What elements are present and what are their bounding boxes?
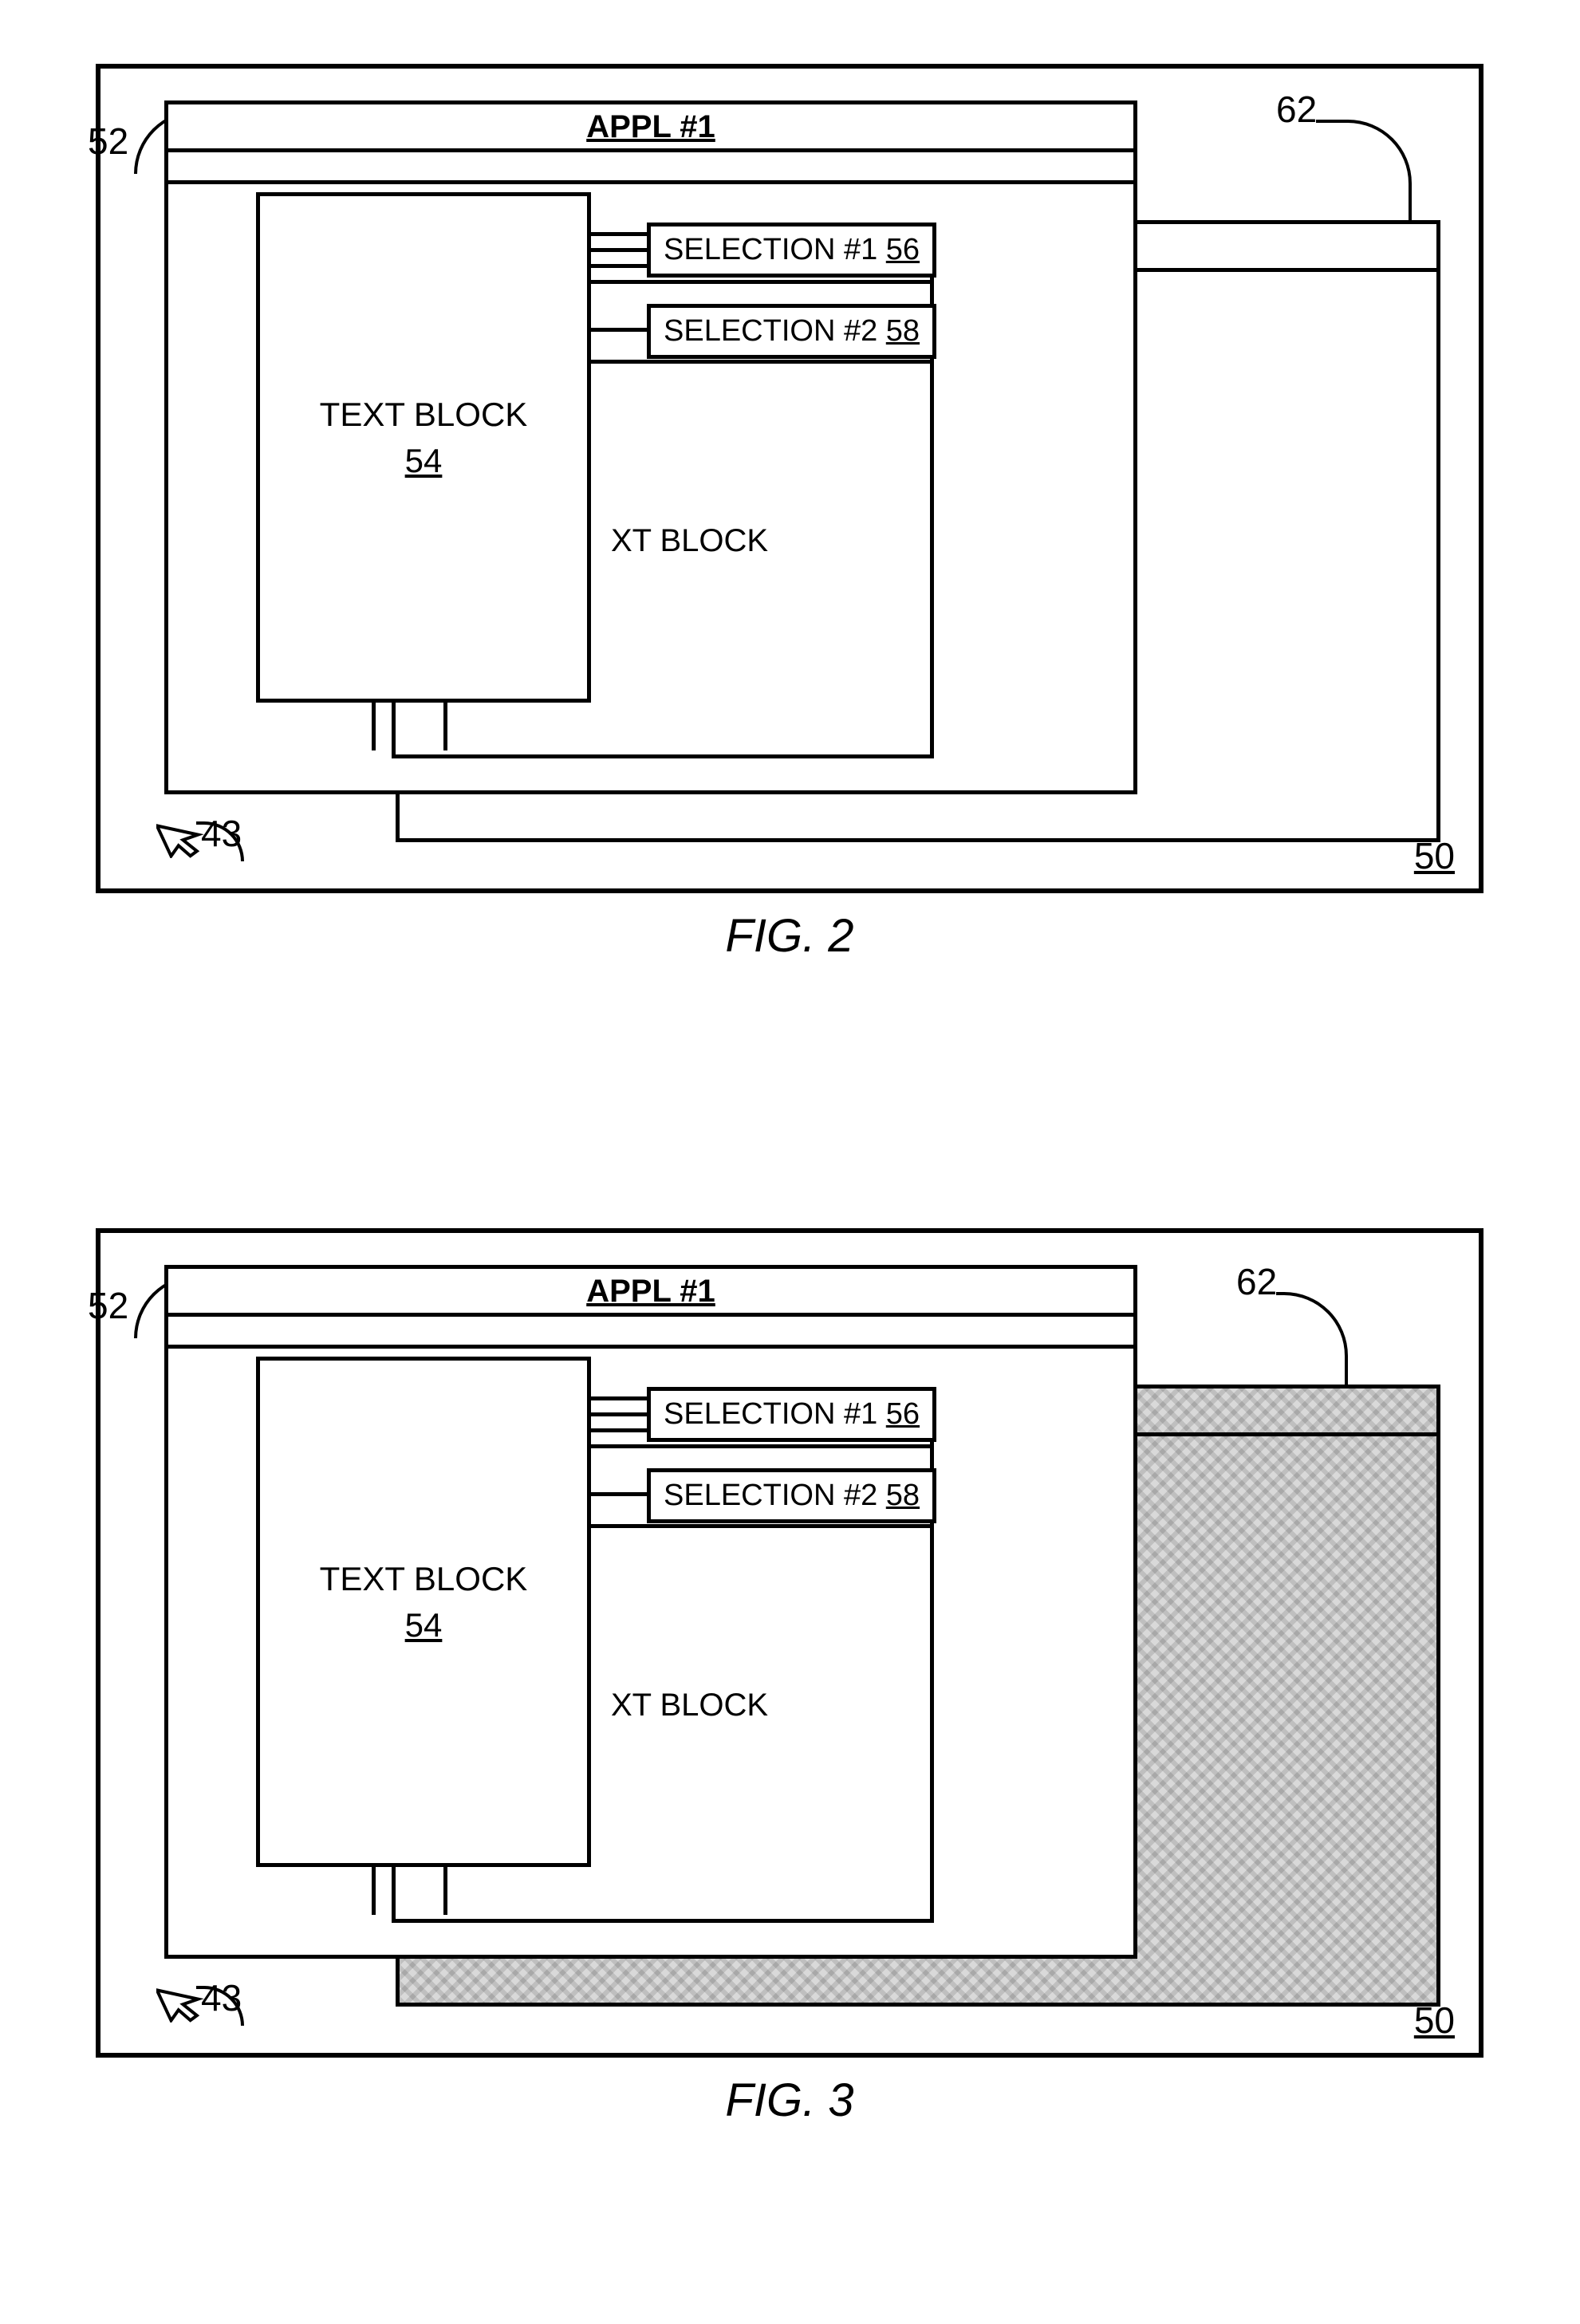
foreground-window[interactable]: APPL #1 XT BLOCK SELECTION #1 (164, 100, 1137, 794)
text-block-ref: 54 (260, 442, 587, 480)
foreground-window[interactable]: APPL #1 XT BLOCK SELECTION #1 56 (164, 1265, 1137, 1959)
text-block-label: TEXT BLOCK (320, 396, 528, 433)
text-block-label: TEXT BLOCK (320, 1560, 528, 1597)
cursor-icon (156, 802, 204, 862)
page: MOVIE #1 MOVIE #2 APPL #1 XT BLOCK (0, 0, 1580, 2324)
foreground-window-body: XT BLOCK SELECTION #1 56 SELECTION #2 58 (168, 184, 1133, 758)
ref-front-window: 52 (88, 120, 128, 163)
figure-3: MOVIE #1 MOVIE #2 APPL #1 XT BLOCK (96, 1228, 1483, 2169)
selection-1-ref: 56 (886, 233, 920, 266)
selection-2-ref: 58 (886, 314, 920, 348)
inner-back-text: XT BLOCK (611, 523, 768, 559)
selection-1-button[interactable]: SELECTION #1 56 (647, 223, 936, 278)
selection-2-button[interactable]: SELECTION #2 58 (647, 304, 936, 359)
selection-1-label: SELECTION #1 (664, 233, 877, 266)
cursor-icon (156, 1967, 204, 2027)
text-block: TEXT BLOCK 54 (256, 1357, 591, 1867)
ref-front-window: 52 (88, 1284, 128, 1327)
foreground-window-titlebar: APPL #1 (168, 104, 1133, 152)
ref-back-window: 62 (1276, 88, 1317, 131)
ref-desktop: 50 (1414, 1999, 1455, 2042)
text-block-ref: 54 (260, 1606, 587, 1645)
figure-2-caption: FIG. 2 (96, 909, 1483, 963)
foreground-window-body: XT BLOCK SELECTION #1 56 SELECTION #2 58 (168, 1349, 1133, 1923)
selection-2-label: SELECTION #2 (664, 314, 877, 348)
foreground-window-toolbar (168, 152, 1133, 184)
selection-2-label: SELECTION #2 (664, 1479, 877, 1512)
selection-1-button[interactable]: SELECTION #1 56 (647, 1387, 936, 1442)
figure-2: MOVIE #1 MOVIE #2 APPL #1 XT BLOCK (96, 64, 1483, 1005)
ref-back-window: 62 (1236, 1260, 1277, 1303)
desktop-frame: MOVIE #1 MOVIE #2 APPL #1 XT BLOCK (96, 64, 1483, 893)
ref-desktop: 50 (1414, 834, 1455, 877)
desktop-frame: MOVIE #1 MOVIE #2 APPL #1 XT BLOCK (96, 1228, 1483, 2058)
selection-1-label: SELECTION #1 (664, 1397, 877, 1431)
foreground-window-titlebar: APPL #1 (168, 1269, 1133, 1317)
inner-back-text: XT BLOCK (611, 1688, 768, 1723)
selection-1-ref: 56 (886, 1397, 920, 1431)
figure-3-caption: FIG. 3 (96, 2074, 1483, 2127)
foreground-window-toolbar (168, 1317, 1133, 1349)
selection-2-button[interactable]: SELECTION #2 58 (647, 1468, 936, 1523)
text-block: TEXT BLOCK 54 (256, 192, 591, 703)
selection-2-ref: 58 (886, 1479, 920, 1512)
